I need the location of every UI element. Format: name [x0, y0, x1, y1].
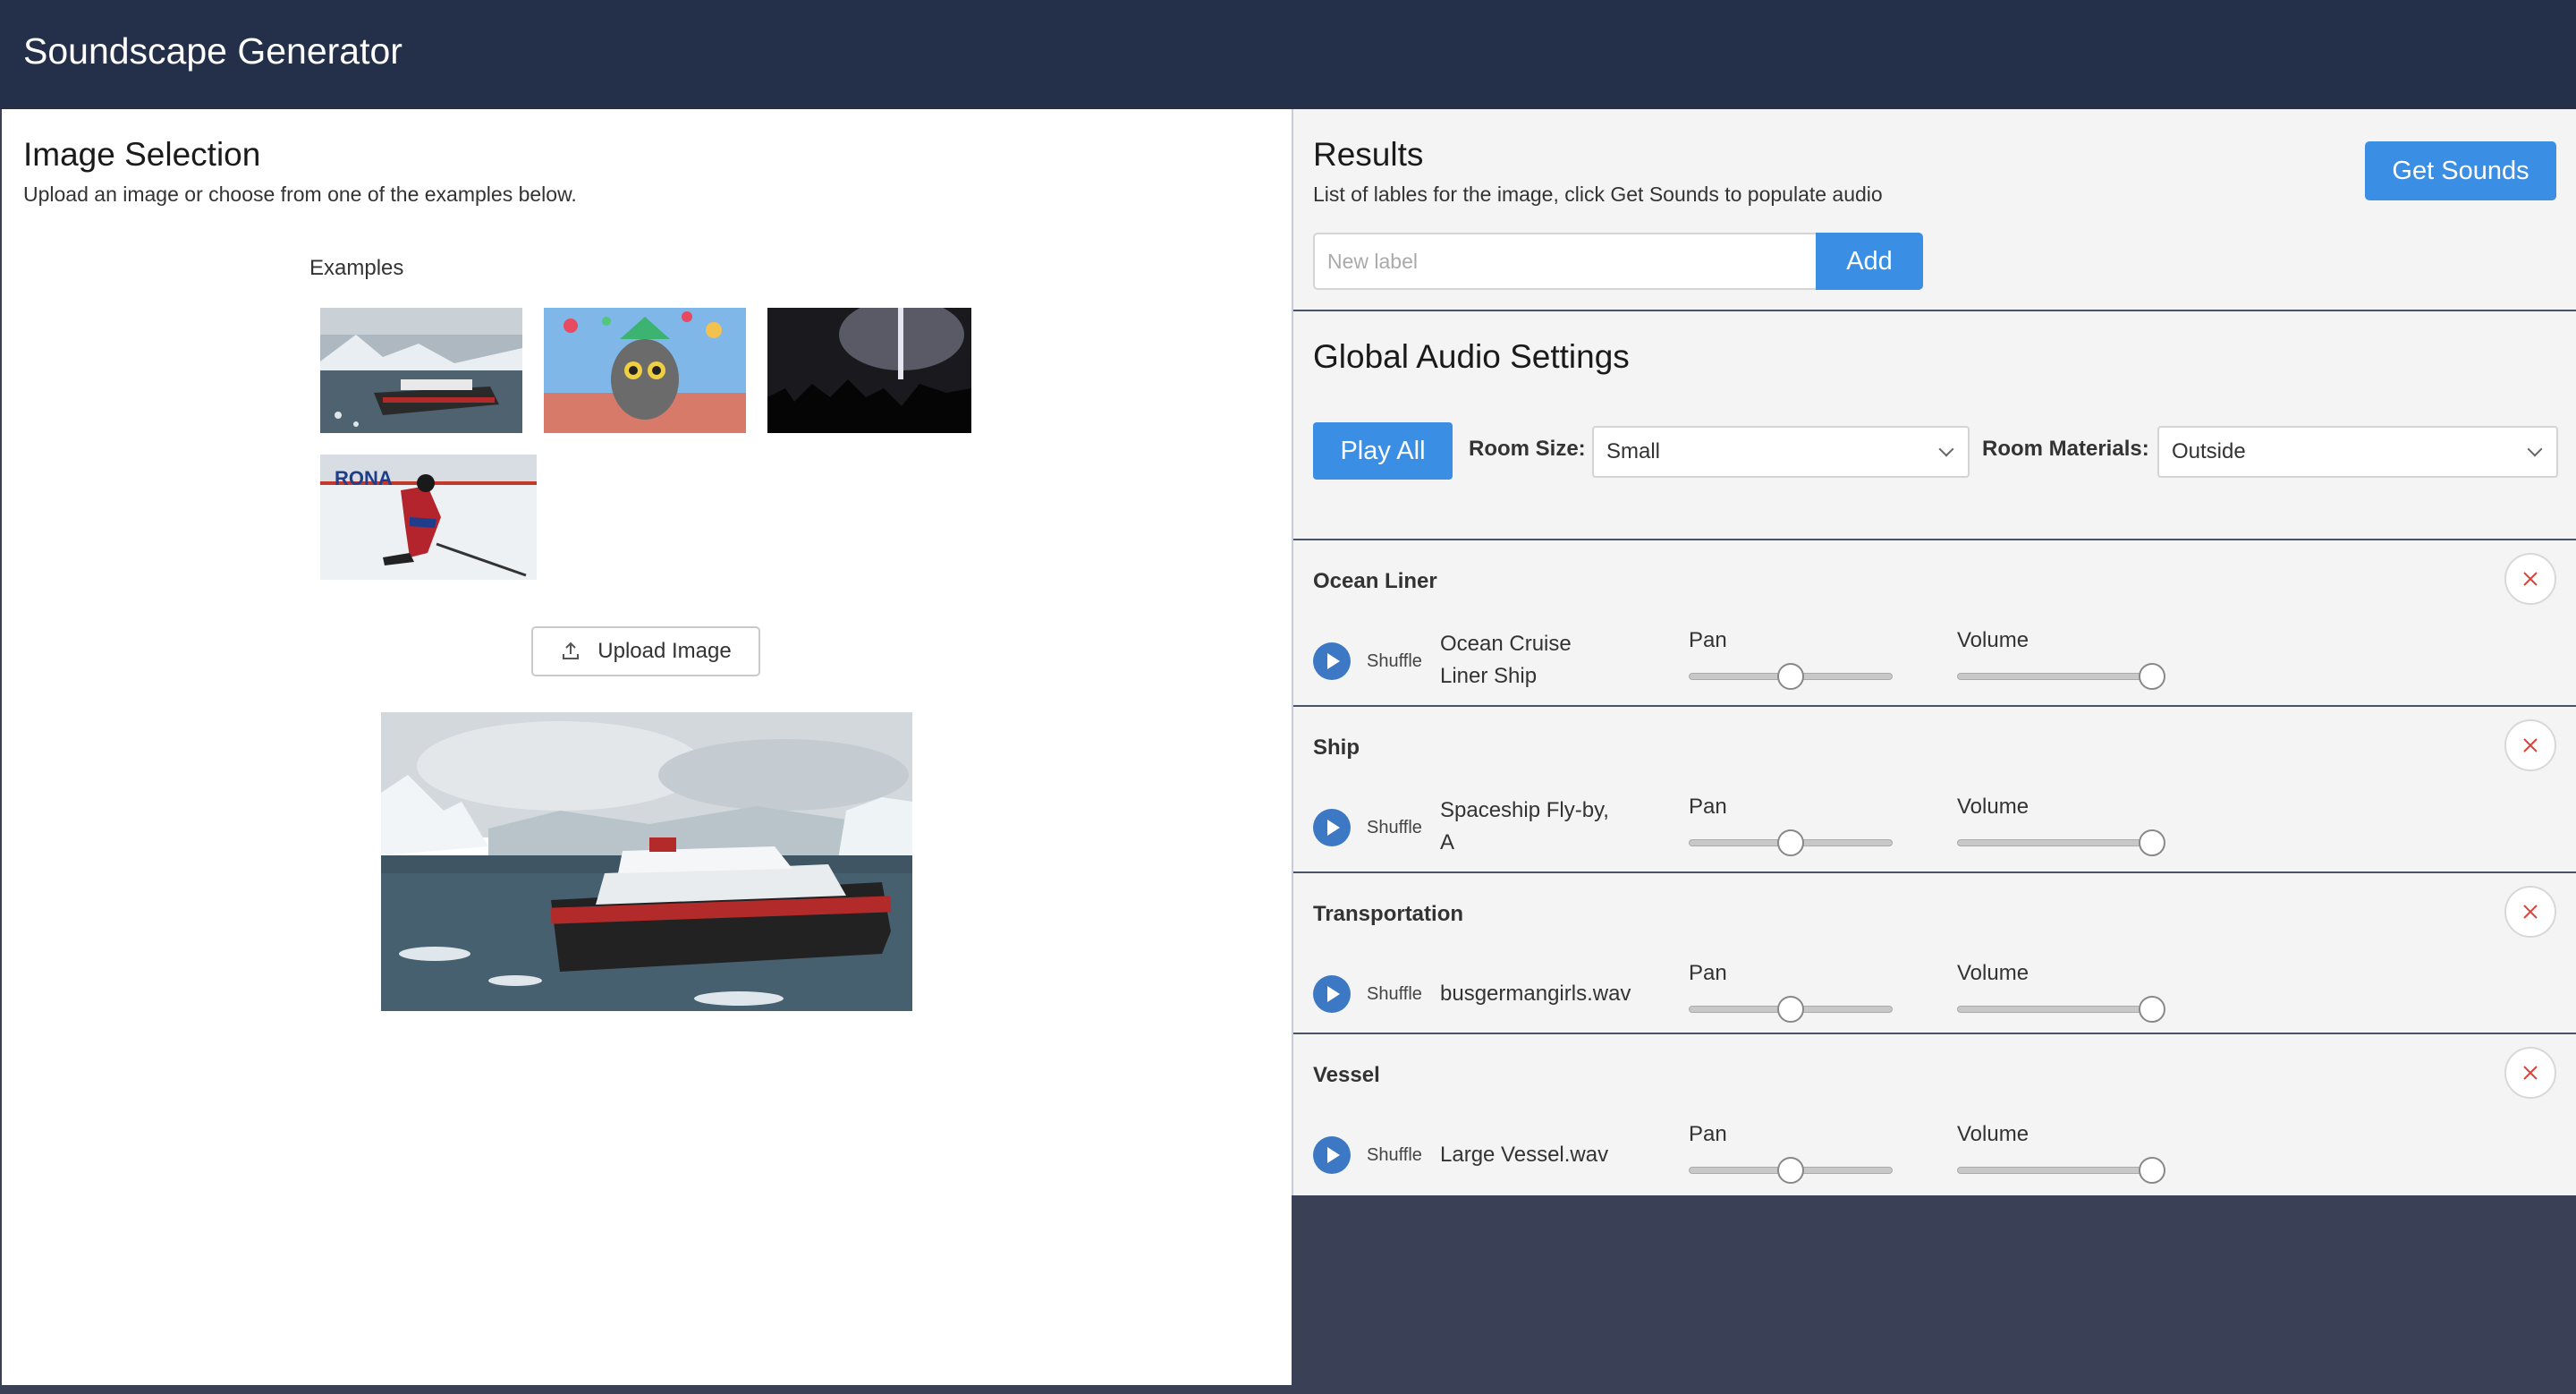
sound-group-header: Transportation: [1293, 873, 2576, 952]
volume-slider[interactable]: [1957, 673, 2161, 680]
app-header: Soundscape Generator: [0, 0, 2576, 109]
sound-name: Large Vessel.wav: [1440, 1143, 1609, 1167]
chevron-down-icon: [2527, 441, 2543, 457]
hockey-board-text: RONA: [335, 467, 393, 489]
sound-group-vessel: Vessel Shuffle Large Vessel.wav Pan Volu…: [1293, 1034, 2576, 1195]
add-label-button[interactable]: Add: [1816, 233, 1923, 290]
sound-group-header: Ship: [1293, 707, 2576, 786]
sound-group-ship: Ship Shuffle Spaceship Fly-by, A Pan Vol…: [1293, 707, 2576, 871]
room-materials-select[interactable]: Outside: [2157, 426, 2558, 478]
pan-slider-handle[interactable]: [1777, 829, 1804, 856]
sound-row: Shuffle Large Vessel.wav Pan Volume: [1293, 1113, 2576, 1195]
selected-cruise-ship-image: [381, 712, 912, 1011]
remove-group-button[interactable]: [2504, 1047, 2556, 1099]
new-label-input[interactable]: [1313, 233, 1816, 290]
sound-group-header: Ocean Liner: [1293, 540, 2576, 619]
volume-label: Volume: [1957, 795, 2029, 819]
room-size-select[interactable]: Small: [1592, 426, 1970, 478]
sound-name: busgermangirls.wav: [1440, 982, 1631, 1006]
room-materials-label: Room Materials:: [1982, 437, 2149, 461]
close-icon: [2523, 1066, 2538, 1080]
play-icon[interactable]: [1313, 975, 1351, 1013]
pan-label: Pan: [1689, 1122, 1727, 1146]
pan-label: Pan: [1689, 628, 1727, 652]
sound-name: Spaceship Fly-by, A: [1440, 798, 1609, 854]
close-icon: [2523, 905, 2538, 919]
volume-slider-handle[interactable]: [2139, 1157, 2165, 1184]
example-image-hockey[interactable]: RONA: [320, 455, 537, 580]
global-audio-title: Global Audio Settings: [1313, 338, 1630, 375]
remove-group-button[interactable]: [2504, 553, 2556, 605]
volume-slider[interactable]: [1957, 1167, 2161, 1174]
example-image-concert[interactable]: [767, 308, 971, 433]
play-icon[interactable]: [1313, 642, 1351, 680]
sound-group-ocean-liner: Ocean Liner Shuffle Ocean Cruise Liner S…: [1293, 540, 2576, 705]
sound-group-label: Transportation: [1313, 902, 1464, 926]
examples-label: Examples: [309, 256, 404, 280]
volume-slider[interactable]: [1957, 1006, 2161, 1013]
party-thumbnail: [544, 308, 746, 433]
remove-group-button[interactable]: [2504, 719, 2556, 771]
close-icon: [2523, 572, 2538, 586]
image-selection-panel: Image Selection Upload an image or choos…: [2, 109, 1292, 1385]
shuffle-button[interactable]: Shuffle: [1367, 984, 1422, 1005]
sound-group-label: Vessel: [1313, 1063, 1380, 1087]
example-image-cruise-ship[interactable]: [320, 308, 522, 433]
upload-image-button[interactable]: Upload Image: [531, 626, 760, 676]
volume-slider-handle[interactable]: [2139, 996, 2165, 1023]
selected-image-preview: [381, 712, 912, 1011]
pan-slider-handle[interactable]: [1777, 663, 1804, 690]
sound-group-label: Ocean Liner: [1313, 569, 1437, 593]
volume-slider[interactable]: [1957, 839, 2161, 846]
play-icon[interactable]: [1313, 1136, 1351, 1174]
results-panel: Results List of lables for the image, cl…: [1292, 109, 2576, 1195]
volume-label: Volume: [1957, 1122, 2029, 1146]
volume-label: Volume: [1957, 628, 2029, 652]
sound-name: Ocean Cruise Liner Ship: [1440, 632, 1572, 688]
volume-slider-handle[interactable]: [2139, 829, 2165, 856]
pan-label: Pan: [1689, 961, 1727, 985]
sound-group-label: Ship: [1313, 735, 1360, 760]
play-icon[interactable]: [1313, 809, 1351, 846]
sound-group-header: Vessel: [1293, 1034, 2576, 1113]
room-materials-value: Outside: [2172, 439, 2246, 463]
divider: [1293, 310, 2576, 311]
room-size-label: Room Size:: [1469, 437, 1586, 461]
upload-icon: [563, 642, 580, 659]
volume-slider-handle[interactable]: [2139, 663, 2165, 690]
remove-group-button[interactable]: [2504, 886, 2556, 938]
upload-image-label: Upload Image: [597, 639, 732, 663]
shuffle-button[interactable]: Shuffle: [1367, 651, 1422, 672]
cruise-ship-thumbnail: [320, 308, 522, 433]
volume-label: Volume: [1957, 961, 2029, 985]
chevron-down-icon: [1938, 441, 1954, 457]
get-sounds-button[interactable]: Get Sounds: [2365, 141, 2556, 200]
sound-row: Shuffle Ocean Cruise Liner Ship Pan Volu…: [1293, 619, 2576, 705]
close-icon: [2523, 738, 2538, 752]
sound-group-transportation: Transportation Shuffle busgermangirls.wa…: [1293, 873, 2576, 1033]
room-size-value: Small: [1606, 439, 1661, 463]
sound-row: Shuffle Spaceship Fly-by, A Pan Volume: [1293, 786, 2576, 871]
shuffle-button[interactable]: Shuffle: [1367, 1145, 1422, 1166]
image-selection-subtitle: Upload an image or choose from one of th…: [23, 183, 577, 206]
sound-row: Shuffle busgermangirls.wav Pan Volume: [1293, 952, 2576, 1033]
shuffle-button[interactable]: Shuffle: [1367, 818, 1422, 838]
image-selection-title: Image Selection: [23, 136, 261, 173]
pan-slider-handle[interactable]: [1777, 996, 1804, 1023]
pan-label: Pan: [1689, 795, 1727, 819]
example-image-party[interactable]: [544, 308, 746, 433]
results-title: Results: [1313, 136, 1424, 173]
concert-thumbnail: [767, 308, 971, 433]
pan-slider-handle[interactable]: [1777, 1157, 1804, 1184]
app-title: Soundscape Generator: [23, 30, 402, 72]
play-all-button[interactable]: Play All: [1313, 422, 1453, 480]
results-subtitle: List of lables for the image, click Get …: [1313, 183, 1883, 206]
